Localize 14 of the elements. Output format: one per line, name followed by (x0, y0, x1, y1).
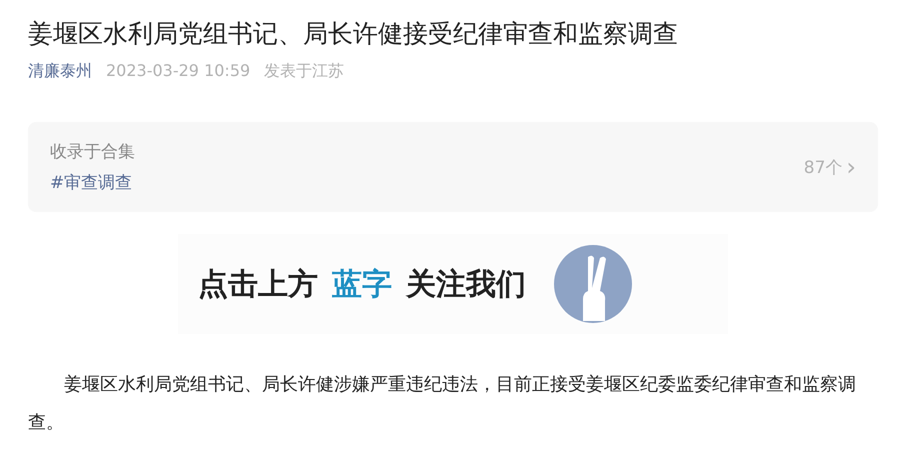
publish-time: 2023-03-29 10:59 (106, 61, 250, 82)
collection-count: 87个 (804, 156, 842, 178)
banner-text: 点击上方 (198, 266, 318, 304)
banner-text: 关注我们 (406, 266, 526, 304)
banner-text: 蓝字 (332, 266, 392, 304)
publish-location: 发表于江苏 (264, 61, 344, 82)
collection-tag[interactable]: #审查调查 (50, 171, 135, 194)
article-title: 姜堰区水利局党组书记、局长许健接受纪律审查和监察调查 (28, 18, 679, 50)
article-paragraph: 姜堰区水利局党组书记、局长许健涉嫌严重违纪违法，目前正接受姜堰区纪委监委纪律审查和监察调查。 (28, 373, 857, 435)
account-link[interactable]: 清廉泰州 (28, 61, 92, 82)
victory-hand-icon (554, 245, 632, 323)
chevron-icon: › (846, 155, 856, 179)
collection-label: 收录于合集 (50, 141, 135, 163)
collection-card[interactable]: 收录于合集 #审查调查 87个 › (28, 122, 878, 212)
